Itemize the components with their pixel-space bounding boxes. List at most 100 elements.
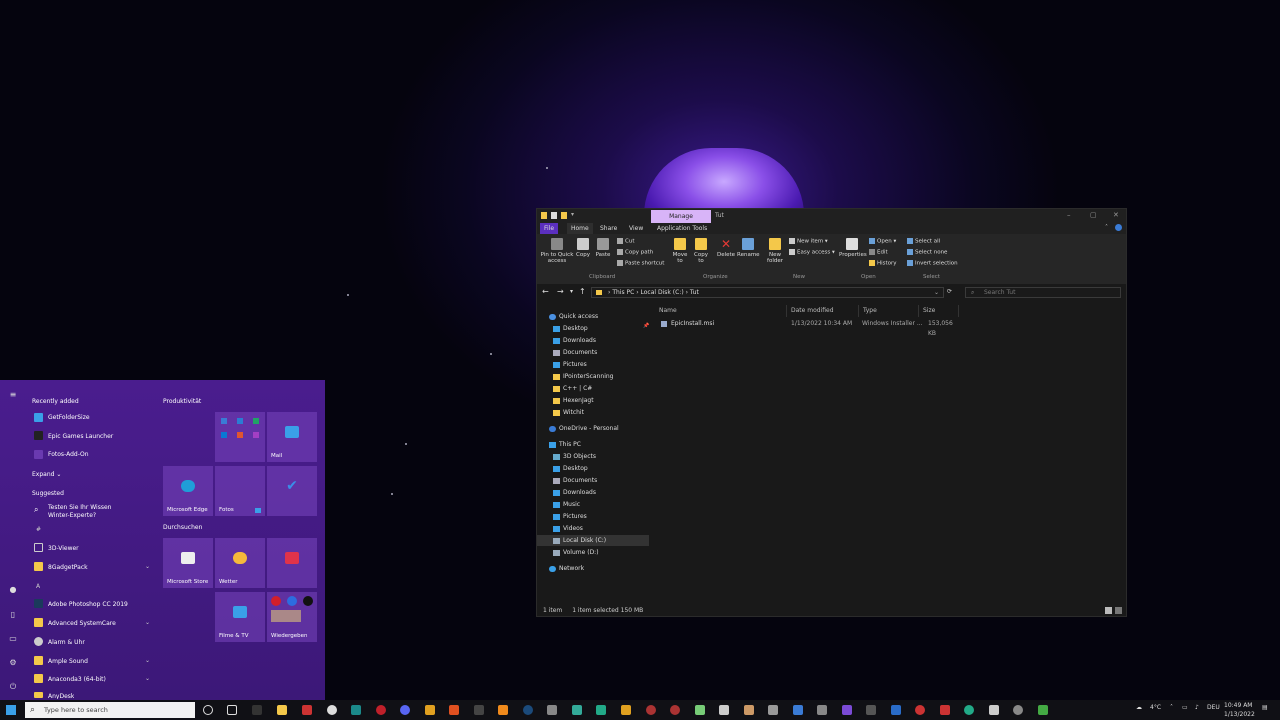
tab-home[interactable]: Home xyxy=(567,223,593,234)
delete-button[interactable]: ✕ Delete xyxy=(715,238,737,258)
chevron-up-icon[interactable]: ˄ xyxy=(1170,704,1173,711)
cut-button[interactable]: Cut xyxy=(617,238,634,245)
app-icon[interactable] xyxy=(768,705,778,715)
tile-fotos[interactable]: Fotos xyxy=(215,466,265,516)
copy-to-button[interactable]: Copy to xyxy=(692,238,710,264)
opera-icon[interactable] xyxy=(376,705,386,715)
recent-locations-icon[interactable]: ▾ xyxy=(570,288,573,295)
large-icons-view-icon[interactable] xyxy=(1115,607,1122,614)
nav-item-ipointerscanning[interactable]: IPointerScanning xyxy=(553,371,614,382)
help-icon[interactable] xyxy=(1115,224,1122,231)
notification-icon[interactable]: ▤ xyxy=(1262,704,1268,711)
app-icon[interactable] xyxy=(866,705,876,715)
nav-item-documents[interactable]: Documents xyxy=(553,347,597,358)
breadcrumb-this-pc[interactable]: This PC xyxy=(612,289,634,296)
app-icon[interactable] xyxy=(989,705,999,715)
app-icon[interactable] xyxy=(744,705,754,715)
hamburger-menu-icon[interactable]: ≡ xyxy=(8,390,18,400)
volume-icon[interactable]: ♪ xyxy=(1195,704,1199,711)
app-icon[interactable] xyxy=(449,705,459,715)
terminal-icon[interactable] xyxy=(252,705,262,715)
history-button[interactable]: History xyxy=(869,260,897,267)
properties-quick-icon[interactable] xyxy=(551,212,557,219)
app-icon[interactable] xyxy=(646,705,656,715)
chrome-icon[interactable] xyxy=(327,705,337,715)
app-icon[interactable] xyxy=(1038,705,1048,715)
app-fotos-add-on[interactable]: Fotos-Add-On xyxy=(48,451,89,458)
nav-item-local-disk[interactable]: Local Disk (C:) xyxy=(537,535,649,546)
cortana-icon[interactable] xyxy=(203,705,213,715)
chevron-down-icon[interactable]: ⌄ xyxy=(145,675,150,682)
app-icon[interactable] xyxy=(964,705,974,715)
task-view-icon[interactable] xyxy=(227,705,237,715)
easy-access-button[interactable]: Easy access ▾ xyxy=(789,249,835,256)
nav-item-witchit[interactable]: Witchit xyxy=(553,407,584,418)
app-advanced-systemcare[interactable]: Advanced SystemCare xyxy=(48,620,116,627)
nav-item-music[interactable]: Music xyxy=(553,499,580,510)
tab-application-tools[interactable]: Application Tools xyxy=(653,223,711,234)
letter-a[interactable]: A xyxy=(36,583,40,590)
tile-wetter[interactable]: Wetter xyxy=(215,538,265,588)
weather-cloud-icon[interactable]: ☁ xyxy=(1136,704,1142,711)
search-input[interactable]: ⌕ Search Tut xyxy=(965,287,1121,298)
tray-time[interactable]: 10:49 AM xyxy=(1224,702,1252,709)
tray-date[interactable]: 1/13/2022 xyxy=(1224,711,1255,718)
address-dropdown-icon[interactable]: ⌄ xyxy=(934,288,939,297)
chevron-down-icon[interactable]: ⌄ xyxy=(145,619,150,626)
tray-language[interactable]: DEU xyxy=(1207,704,1220,711)
app-icon[interactable] xyxy=(572,705,582,715)
tile-filme-tv[interactable]: Filme & TV xyxy=(215,592,265,642)
paste-shortcut-button[interactable]: Paste shortcut xyxy=(617,260,664,267)
nav-item-cpp-cs[interactable]: C++ | C# xyxy=(553,383,592,394)
nav-item-videos[interactable]: Videos xyxy=(553,523,583,534)
nav-item-pc-desktop[interactable]: Desktop xyxy=(553,463,588,474)
app-icon[interactable] xyxy=(425,705,435,715)
table-row[interactable]: EpicInstall.msi 1/13/2022 10:34 AM Windo… xyxy=(657,319,957,337)
document-icon[interactable]: ▯ xyxy=(8,610,18,620)
refresh-icon[interactable]: ⟳ xyxy=(947,288,952,295)
properties-button[interactable]: Properties xyxy=(839,238,867,258)
tab-file[interactable]: File xyxy=(540,223,559,234)
nav-item-pictures[interactable]: Pictures xyxy=(553,359,587,370)
maximize-icon[interactable]: ▢ xyxy=(1090,211,1097,219)
column-header-type[interactable]: Type xyxy=(861,305,919,317)
pictures-icon[interactable]: ▭ xyxy=(8,634,18,644)
power-icon[interactable]: ⏻ xyxy=(8,682,18,692)
new-item-button[interactable]: New item ▾ xyxy=(789,238,828,245)
nav-this-pc[interactable]: This PC xyxy=(549,439,581,450)
copy-button[interactable]: Copy xyxy=(575,238,591,258)
collapse-ribbon-icon[interactable]: ˄ xyxy=(1105,224,1108,231)
taskbar-search-input[interactable]: ⌕ Type here to search xyxy=(25,702,195,718)
tile-todo[interactable]: ✔ xyxy=(267,466,317,516)
nav-item-pc-documents[interactable]: Documents xyxy=(553,475,597,486)
windows-start-icon[interactable] xyxy=(6,705,16,715)
nav-item-pc-pictures[interactable]: Pictures xyxy=(553,511,587,522)
app-icon[interactable] xyxy=(891,705,901,715)
up-arrow-icon[interactable]: ↑ xyxy=(579,287,586,296)
letter-hash[interactable]: # xyxy=(36,526,41,533)
expand-button[interactable]: Expand ⌄ xyxy=(32,471,61,478)
suggestion-line-2[interactable]: Winter-Experte? xyxy=(48,512,96,519)
app-icon[interactable] xyxy=(940,705,950,715)
pin-quick-access-button[interactable]: Pin to Quick access xyxy=(539,238,575,264)
tile-office-apps[interactable] xyxy=(215,412,265,462)
app-icon[interactable] xyxy=(1013,705,1023,715)
column-header-name[interactable]: Name xyxy=(657,305,787,317)
visual-studio-icon[interactable] xyxy=(842,705,852,715)
app-icon[interactable] xyxy=(621,705,631,715)
app-icon[interactable] xyxy=(670,705,680,715)
forward-arrow-icon[interactable]: → xyxy=(557,287,564,296)
app-ample-sound[interactable]: Ample Sound xyxy=(48,658,88,665)
chevron-down-icon[interactable]: ⌄ xyxy=(145,563,150,570)
tab-view[interactable]: View xyxy=(625,223,647,234)
tile-microsoft-edge[interactable]: Microsoft Edge xyxy=(163,466,213,516)
nav-item-downloads[interactable]: Downloads xyxy=(553,335,596,346)
app-icon[interactable] xyxy=(302,705,312,715)
nav-item-3d-objects[interactable]: 3D Objects xyxy=(553,451,596,462)
app-icon[interactable] xyxy=(915,705,925,715)
app-icon[interactable] xyxy=(817,705,827,715)
nav-onedrive[interactable]: OneDrive - Personal xyxy=(549,423,619,434)
address-input[interactable]: › This PC › Local Disk (C:) › Tut ⌄ xyxy=(591,287,944,298)
close-icon[interactable]: ✕ xyxy=(1113,211,1119,219)
network-icon[interactable]: ▭ xyxy=(1182,704,1188,711)
